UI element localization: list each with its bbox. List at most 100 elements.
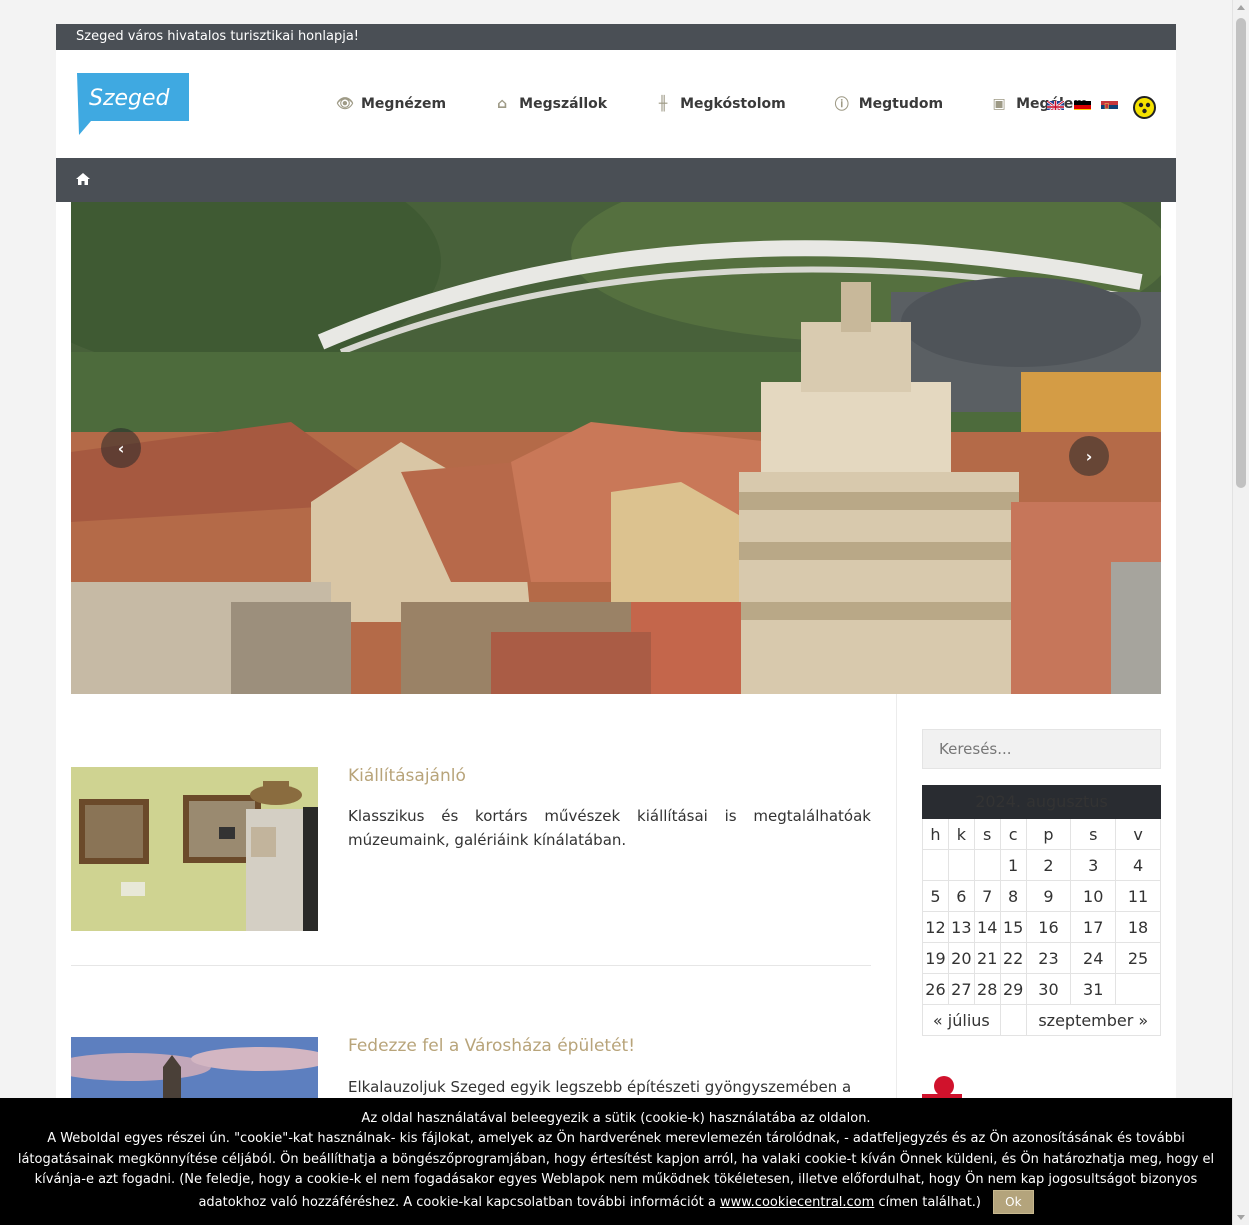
eye-icon: 👁 xyxy=(336,96,354,112)
nav-item-label: Megkóstolom xyxy=(680,96,786,112)
calendar-day: 23 xyxy=(1025,942,1072,974)
calendar-day: 20 xyxy=(947,942,975,974)
slider-prev-button[interactable]: ‹ xyxy=(101,428,141,468)
info-icon: ⓘ xyxy=(834,97,849,113)
nav-item-megkostolom[interactable]: ╫ Megkóstolom xyxy=(655,94,786,114)
calendar-day: 15 xyxy=(999,911,1027,943)
post-divider xyxy=(71,965,871,966)
calendar-day: 25 xyxy=(1115,942,1161,974)
cutlery-icon: ╫ xyxy=(658,96,668,112)
search-input[interactable]: Keresés... xyxy=(922,729,1161,769)
post-thumbnail[interactable] xyxy=(71,767,318,931)
calendar-day: 10 xyxy=(1070,880,1117,912)
calendar-day xyxy=(973,849,1001,881)
calendar-day: 27 xyxy=(947,973,975,1005)
flag-de-icon[interactable] xyxy=(1074,98,1091,110)
main-nav: 👁 Megnézem ⌂ Megszállok ╫ Megkóstolom ⓘ … xyxy=(336,94,1136,114)
calendar-day: 4 xyxy=(1115,849,1161,881)
calendar-day: 16 xyxy=(1025,911,1072,943)
nav-item-label: Megtudom xyxy=(858,96,944,112)
site-header: Szeged 👁 Megnézem ⌂ Megszállok ╫ Megkóst… xyxy=(56,50,1176,158)
scroll-down-arrow-icon[interactable] xyxy=(1237,1215,1245,1220)
svg-text:Szeged: Szeged xyxy=(89,86,171,111)
post-thumbnail[interactable] xyxy=(71,1037,318,1101)
calendar-day: 9 xyxy=(1025,880,1072,912)
scroll-up-arrow-icon[interactable] xyxy=(1237,5,1245,10)
home-icon: ⌂ xyxy=(497,96,508,112)
calendar-weekdays: h k s c p s v xyxy=(922,818,1161,850)
calendar-nav: « július szeptember » xyxy=(922,1004,1162,1036)
calendar-day: 22 xyxy=(999,942,1027,974)
calendar-day: 17 xyxy=(1070,911,1117,943)
calendar-week: 5 6 7 8 9 10 11 xyxy=(922,880,1161,912)
calendar-week: 26 27 28 29 30 31 xyxy=(922,973,1161,1005)
calendar-day: 14 xyxy=(973,911,1001,943)
calendar-day: 29 xyxy=(999,973,1027,1005)
calendar-day: 13 xyxy=(947,911,975,943)
calendar-day: 2 xyxy=(1025,849,1072,881)
szeged-logo[interactable]: Szeged xyxy=(77,73,189,135)
cookie-ok-button[interactable]: Ok xyxy=(993,1190,1034,1215)
weekday-header: v xyxy=(1115,818,1161,850)
flag-en-icon[interactable] xyxy=(1047,98,1064,110)
page-container: Szeged város hivatalos turisztikai honla… xyxy=(56,24,1176,1225)
nav-item-megszallok[interactable]: ⌂ Megszállok xyxy=(494,94,607,114)
calendar-day: 28 xyxy=(973,973,1001,1005)
post-title[interactable]: Fedezze fel a Városháza épületét! xyxy=(348,1036,635,1056)
calendar-next-link[interactable]: szeptember » xyxy=(1025,1004,1162,1036)
calendar-day: 21 xyxy=(973,942,1001,974)
calendar-caption: 2024. augusztus xyxy=(922,785,1161,819)
calendar-week: 1 2 3 4 xyxy=(922,849,1161,881)
chevron-left-icon: ‹ xyxy=(117,438,125,458)
calendar-day xyxy=(1115,973,1161,1005)
calendar-day: 26 xyxy=(922,973,949,1005)
weekday-header: s xyxy=(1070,818,1117,850)
cookiecentral-link[interactable]: www.cookiecentral.com xyxy=(720,1195,874,1210)
breadcrumb-home-icon[interactable] xyxy=(76,173,90,189)
cookie-text-end: címen találhat.) xyxy=(878,1195,982,1211)
calendar-week: 19 20 21 22 23 24 25 xyxy=(922,942,1161,974)
weekday-header: c xyxy=(999,818,1027,850)
nav-item-label: Megszállok xyxy=(519,96,608,112)
slider-next-button[interactable]: › xyxy=(1069,436,1109,476)
calendar-day: 31 xyxy=(1070,973,1117,1005)
calendar-week: 12 13 14 15 16 17 18 xyxy=(922,911,1161,943)
flag-sr-icon[interactable] xyxy=(1101,98,1118,110)
top-bar: Szeged város hivatalos turisztikai honla… xyxy=(56,24,1176,50)
nav-item-megtudom[interactable]: ⓘ Megtudom xyxy=(834,94,943,114)
calendar-day: 11 xyxy=(1115,880,1161,912)
accessibility-icon[interactable] xyxy=(1133,96,1156,119)
camera-icon: ▣ xyxy=(992,96,1006,112)
post-excerpt: Klasszikus és kortárs művészek kiállítás… xyxy=(348,807,871,849)
cookie-text: A Weboldal egyes részei ún. "cookie"-kat… xyxy=(17,1131,1215,1211)
event-calendar: 2024. augusztus h k s c p s v 1 2 3 4 5 … xyxy=(922,785,1162,1036)
sidebar-divider xyxy=(896,694,897,1114)
szeged-cityscape-image xyxy=(71,202,1161,694)
calendar-day xyxy=(947,849,975,881)
weekday-header: k xyxy=(947,818,975,850)
post-title[interactable]: Kiállításajánló xyxy=(348,766,466,786)
calendar-day: 18 xyxy=(1115,911,1161,943)
language-switcher xyxy=(1047,98,1128,110)
calendar-prev-link[interactable]: « július xyxy=(922,1004,1001,1036)
weekday-header: h xyxy=(922,818,949,850)
calendar-day: 19 xyxy=(922,942,949,974)
hero-slider: ‹ › xyxy=(71,202,1161,694)
calendar-day: 7 xyxy=(973,880,1001,912)
calendar-day: 8 xyxy=(999,880,1027,912)
page-scrollbar[interactable] xyxy=(1232,0,1249,1225)
scrollbar-thumb[interactable] xyxy=(1236,18,1246,488)
calendar-day: 6 xyxy=(947,880,975,912)
chevron-right-icon: › xyxy=(1085,446,1093,466)
calendar-day: 5 xyxy=(922,880,949,912)
calendar-nav-spacer xyxy=(999,1004,1027,1036)
cookie-body: A Weboldal egyes részei ún. "cookie"-kat… xyxy=(0,1129,1232,1215)
cookie-banner: Az oldal használatával beleegyezik a süt… xyxy=(0,1098,1232,1225)
weekday-header: s xyxy=(973,818,1001,850)
nav-item-label: Megnézem xyxy=(361,96,447,112)
calendar-day: 30 xyxy=(1025,973,1072,1005)
cookie-title: Az oldal használatával beleegyezik a süt… xyxy=(361,1111,871,1126)
calendar-day: 12 xyxy=(922,911,949,943)
nav-item-megnezem[interactable]: 👁 Megnézem xyxy=(336,94,446,114)
calendar-day: 24 xyxy=(1070,942,1117,974)
